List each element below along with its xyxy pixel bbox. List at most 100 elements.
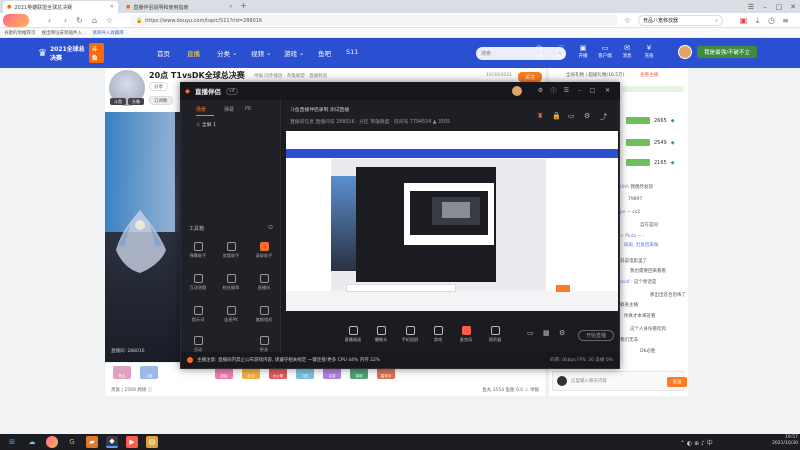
tool-phone-cast[interactable]: 手机投屏 bbox=[399, 326, 421, 343]
tool-beauty[interactable]: 美颜相机 bbox=[253, 306, 275, 330]
room-meta-links[interactable]: 举报 同步播放 · 英雄联盟 · 直播频道 bbox=[254, 73, 327, 79]
app-settings-icon[interactable]: ⚙ bbox=[536, 86, 545, 95]
browser-logo-icon[interactable] bbox=[3, 14, 29, 27]
minimize-icon[interactable]: – bbox=[758, 0, 772, 13]
tray-icons[interactable]: ⌃ ◐ ⊕ ♪ 中 bbox=[680, 438, 713, 447]
tool-live-screen[interactable]: 直播画面 bbox=[342, 326, 364, 343]
nav-game[interactable]: 游戏 ⌄ bbox=[284, 48, 304, 58]
start-menu-icon[interactable]: ⊞ bbox=[6, 436, 18, 448]
new-tab-icon[interactable]: + bbox=[240, 1, 247, 10]
broadcast-button[interactable]: ▣ 开播 bbox=[574, 44, 592, 62]
toolbox-more-icon[interactable]: ⊙ bbox=[268, 224, 273, 231]
app-user-avatar[interactable] bbox=[512, 86, 522, 96]
follow-button[interactable]: ♡ 关注 bbox=[552, 44, 570, 62]
chat-nickname[interactable]: 查看主播 bbox=[640, 72, 658, 78]
tool-danmaku-helper[interactable]: 弹幕助手 bbox=[187, 242, 209, 266]
tool-speaker[interactable]: 扬声器 bbox=[484, 326, 506, 343]
bookmark-add-icon[interactable]: ☆ bbox=[622, 15, 633, 26]
back-icon[interactable]: ‹ bbox=[44, 15, 55, 26]
app-minimize-icon[interactable]: – bbox=[575, 86, 584, 95]
nav-category[interactable]: 分类 ⌄ bbox=[217, 48, 237, 58]
live-companion-taskbar-icon[interactable]: ◆ bbox=[106, 436, 118, 448]
tab-pk[interactable]: PK bbox=[245, 106, 251, 112]
rank-row[interactable]: 2665 ◆ bbox=[626, 116, 675, 125]
address-bar[interactable]: 🔒 https://www.douyu.com/topic/S11?rid=28… bbox=[130, 15, 618, 26]
more-menu-icon[interactable]: ≡ bbox=[780, 15, 791, 26]
rank-row[interactable]: 2549 ◆ bbox=[626, 138, 675, 147]
app-maximize-icon[interactable]: □ bbox=[588, 86, 597, 95]
layout-icon[interactable]: ▦ bbox=[543, 329, 550, 337]
extension-icon[interactable]: ▣ bbox=[738, 15, 749, 26]
tool-camera[interactable]: 摄像头 bbox=[370, 326, 392, 343]
site-logo[interactable]: ♛ 2021全球总决赛 斗鱼 bbox=[38, 43, 104, 63]
rank-summary[interactable]: 贵族 | 2569 周榜 ⓘ bbox=[111, 387, 152, 393]
home-icon[interactable]: ⌂ bbox=[89, 15, 100, 26]
start-live-button[interactable]: 开始直播 bbox=[578, 330, 614, 341]
menu-icon[interactable]: ☰ bbox=[744, 0, 758, 13]
tool-prompter[interactable]: 提示词 bbox=[187, 306, 209, 330]
settings-icon[interactable]: ⚙ bbox=[584, 112, 590, 120]
rank-row[interactable]: 2165 ◆ bbox=[626, 158, 675, 167]
client-button[interactable]: ▭ 客户端 bbox=[596, 44, 614, 62]
tool-room[interactable]: 直播间 bbox=[253, 274, 275, 298]
close-window-icon[interactable]: ✕ bbox=[786, 0, 800, 13]
cloud-icon[interactable]: ☁ bbox=[26, 436, 38, 448]
app-close-icon[interactable]: ✕ bbox=[603, 86, 612, 95]
folder-icon[interactable]: ▰ bbox=[86, 436, 98, 448]
star-icon[interactable]: ☆ bbox=[104, 15, 115, 26]
user-avatar[interactable] bbox=[678, 45, 692, 59]
close-tab-icon[interactable]: ✕ bbox=[229, 4, 233, 10]
browser-tab-active[interactable]: ● 2021英雄联盟全球总决赛 ✕ bbox=[3, 1, 118, 13]
follow-button[interactable]: 关注 bbox=[518, 72, 542, 82]
tool-quiz[interactable]: 互动答题 bbox=[187, 274, 209, 298]
video-icon[interactable]: ▭ bbox=[527, 329, 534, 337]
browser-tab[interactable]: ● 直播伴侣说明和使用指南 ✕ bbox=[122, 1, 237, 13]
message-button[interactable]: ✉ 消息 bbox=[618, 44, 636, 62]
nav-live[interactable]: 直播 bbox=[187, 48, 200, 58]
tool-pk[interactable]: 连麦PK bbox=[220, 306, 242, 330]
system-clock[interactable]: 19:57 2021/10/30 bbox=[762, 435, 798, 447]
gift-ranking-label[interactable]: 全局礼物 | 超级礼物(16.5万) bbox=[566, 72, 624, 78]
forward-icon[interactable]: › bbox=[60, 15, 71, 26]
header-slogan-banner[interactable]: 我是最强/不破不立 bbox=[697, 46, 757, 58]
tool-record[interactable]: 录屏助手 bbox=[253, 242, 275, 266]
chat-input[interactable]: 这里输入聊天内容 bbox=[552, 371, 684, 391]
settings-icon[interactable]: ⚙ bbox=[559, 329, 565, 337]
history-button[interactable]: ◷ 历史 bbox=[530, 44, 548, 62]
nav-s11[interactable]: S11 bbox=[346, 48, 358, 56]
nav-home[interactable]: 首页 bbox=[157, 48, 170, 58]
close-tab-icon[interactable]: ✕ bbox=[110, 4, 114, 10]
lock-icon[interactable]: 🔒 bbox=[552, 112, 561, 120]
tool-game[interactable]: 游戏 bbox=[427, 326, 449, 343]
download-icon[interactable]: ⤓ bbox=[752, 15, 763, 26]
share-icon[interactable]: ⤴ bbox=[600, 112, 607, 122]
nav-fishbar[interactable]: 鱼吧 bbox=[318, 48, 331, 58]
recharge-button[interactable]: ¥ 充值 bbox=[640, 44, 658, 62]
bookmark-item[interactable]: 谷歌的地推荐页 bbox=[4, 30, 36, 36]
nav-video[interactable]: 视频 ⌄ bbox=[251, 48, 271, 58]
app-menu-icon[interactable]: ☰ bbox=[562, 86, 571, 95]
bookmark-item[interactable]: 搜出网址安装插件入... bbox=[42, 30, 87, 36]
tool-fan-badge[interactable]: 粉丝徽章 bbox=[220, 274, 242, 298]
screen-icon[interactable]: ▭ bbox=[568, 112, 575, 120]
scene-item[interactable]: ☆ 全屏 1 bbox=[196, 121, 216, 128]
tool-room-admin[interactable]: 房管助手 bbox=[220, 242, 242, 266]
bookmark-item[interactable]: 请阅导入收藏库 bbox=[92, 30, 124, 36]
live-room-title[interactable]: 斗鱼直播伴侣录制 测试直播 bbox=[290, 106, 349, 113]
gift-item[interactable]: 鱼丸 bbox=[113, 366, 131, 379]
tab-danmaku[interactable]: 弹幕 bbox=[224, 106, 234, 113]
app-info-icon[interactable]: ⓘ bbox=[549, 86, 558, 95]
tool-microphone[interactable]: 麦克风 bbox=[455, 326, 477, 343]
stream-preview[interactable] bbox=[286, 131, 618, 311]
media-icon[interactable]: ▶ bbox=[126, 436, 138, 448]
gift-item[interactable]: 火箭 bbox=[140, 366, 158, 379]
tab-scene[interactable]: 场景 bbox=[196, 106, 206, 113]
app-g-icon[interactable]: G bbox=[66, 436, 78, 448]
maximize-icon[interactable]: □ bbox=[772, 0, 786, 13]
notification-icon[interactable]: ♜ bbox=[537, 112, 543, 120]
chat-send-button[interactable]: 发送 bbox=[667, 377, 687, 387]
share-button[interactable]: 分享 bbox=[149, 82, 168, 91]
history-icon[interactable]: ◷ bbox=[766, 15, 777, 26]
search-box[interactable]: 竞品八宽移放器 ⌕ bbox=[638, 15, 723, 26]
browser-taskbar-icon[interactable] bbox=[46, 436, 58, 448]
